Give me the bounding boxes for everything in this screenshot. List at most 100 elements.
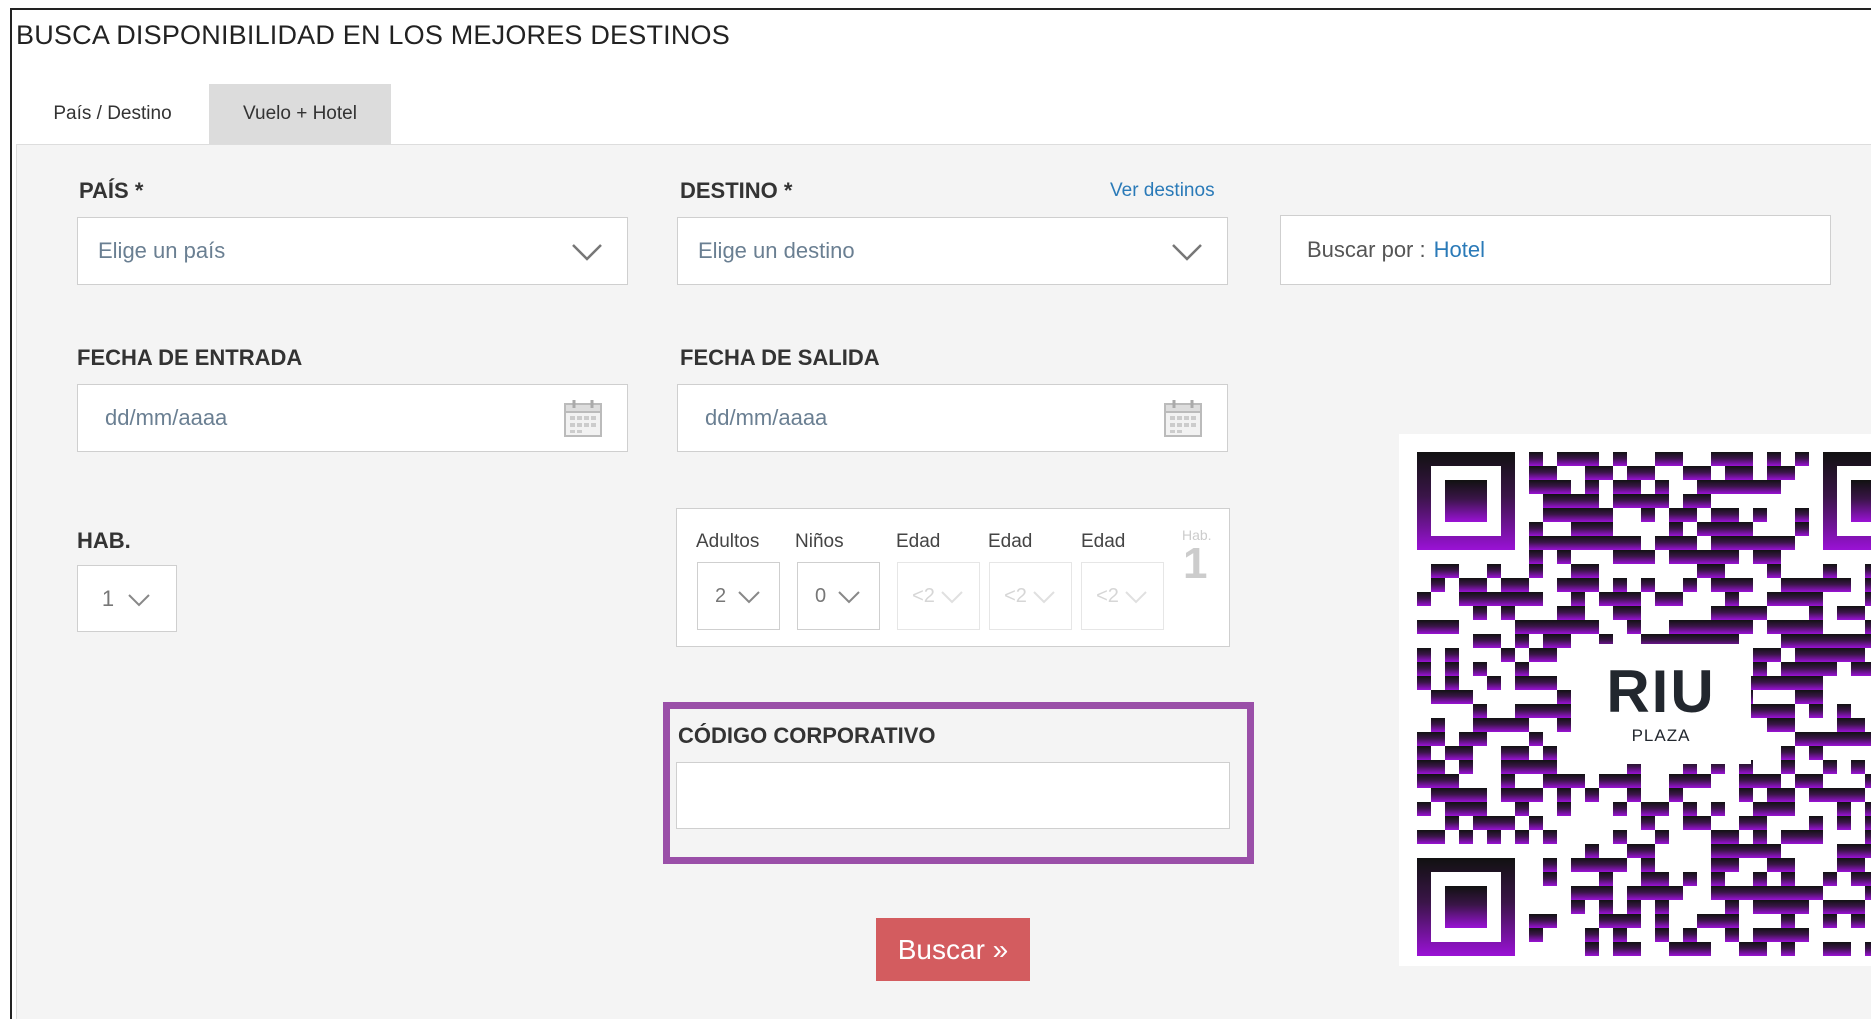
buscar-button[interactable]: Buscar » xyxy=(876,918,1030,981)
qr-module xyxy=(1613,928,1627,942)
qr-module xyxy=(1851,732,1865,746)
qr-module xyxy=(1711,620,1725,634)
qr-module xyxy=(1627,886,1641,900)
qr-module xyxy=(1753,550,1767,564)
qr-module xyxy=(1767,480,1781,494)
qr-module xyxy=(1431,578,1445,592)
qr-module xyxy=(1851,900,1865,914)
qr-module xyxy=(1529,564,1543,578)
qr-module xyxy=(1501,592,1515,606)
qr-module xyxy=(1683,620,1697,634)
qr-module xyxy=(1431,564,1445,578)
buscar-por-hotel-link[interactable]: Hotel xyxy=(1426,237,1485,263)
qr-module xyxy=(1809,732,1823,746)
qr-module xyxy=(1417,760,1431,774)
qr-module xyxy=(1515,676,1529,690)
qr-module xyxy=(1417,802,1431,816)
qr-module xyxy=(1753,844,1767,858)
destino-select[interactable]: Elige un destino xyxy=(677,217,1228,285)
qr-module xyxy=(1641,844,1655,858)
qr-module xyxy=(1515,662,1529,676)
qr-module xyxy=(1431,718,1445,732)
qr-module xyxy=(1697,466,1711,480)
chevron-down-icon xyxy=(1125,591,1147,604)
qr-module xyxy=(1809,830,1823,844)
riu-plaza-logo: RIU PLAZA xyxy=(1571,644,1751,764)
qr-module xyxy=(1711,564,1725,578)
adultos-select[interactable]: 2 xyxy=(697,562,780,630)
qr-module xyxy=(1445,886,1487,928)
qr-module xyxy=(1669,550,1683,564)
qr-module xyxy=(1697,522,1711,536)
qr-module xyxy=(1529,648,1543,662)
qr-module xyxy=(1725,914,1739,928)
hab-select[interactable]: 1 xyxy=(77,565,177,632)
tab-vuelo-hotel[interactable]: Vuelo + Hotel xyxy=(209,84,391,144)
qr-module xyxy=(1557,802,1571,816)
qr-module xyxy=(1697,914,1711,928)
qr-module xyxy=(1697,774,1711,788)
qr-module xyxy=(1753,704,1767,718)
qr-module xyxy=(1417,830,1431,844)
qr-module xyxy=(1781,858,1795,872)
qr-module xyxy=(1445,648,1459,662)
qr-module xyxy=(1851,760,1865,774)
corporate-code-input[interactable] xyxy=(676,762,1230,829)
qr-module xyxy=(1529,816,1543,830)
ver-destinos-link[interactable]: Ver destinos xyxy=(1110,180,1215,202)
edad-select-2[interactable]: <2 xyxy=(989,562,1072,630)
fecha-salida-input[interactable]: dd/mm/aaaa xyxy=(677,384,1228,452)
qr-module xyxy=(1655,914,1669,928)
qr-module xyxy=(1445,774,1459,788)
qr-module xyxy=(1823,648,1837,662)
qr-module xyxy=(1585,858,1599,872)
qr-module xyxy=(1865,732,1871,746)
qr-module xyxy=(1655,480,1669,494)
ninos-select[interactable]: 0 xyxy=(797,562,880,630)
qr-module xyxy=(1753,508,1767,522)
qr-module xyxy=(1571,886,1585,900)
qr-module xyxy=(1711,550,1725,564)
qr-module xyxy=(1515,634,1529,648)
qr-module xyxy=(1809,746,1823,760)
edad-value-1: <2 xyxy=(912,584,935,607)
qr-module xyxy=(1557,634,1571,648)
edad-select-3[interactable]: <2 xyxy=(1081,562,1164,630)
qr-module xyxy=(1837,578,1851,592)
qr-module xyxy=(1501,648,1515,662)
fecha-entrada-input[interactable]: dd/mm/aaaa xyxy=(77,384,628,452)
qr-module xyxy=(1865,774,1871,788)
qr-module xyxy=(1557,606,1571,620)
calendar-icon[interactable] xyxy=(1163,398,1203,438)
qr-module xyxy=(1459,592,1473,606)
qr-module xyxy=(1725,550,1739,564)
qr-module xyxy=(1823,634,1837,648)
qr-module xyxy=(1627,466,1641,480)
qr-module xyxy=(1641,816,1655,830)
qr-module xyxy=(1739,522,1753,536)
qr-module xyxy=(1795,900,1809,914)
qr-module xyxy=(1767,620,1781,634)
tab-pais-destino[interactable]: País / Destino xyxy=(16,84,209,144)
qr-module xyxy=(1641,466,1655,480)
qr-module xyxy=(1823,732,1837,746)
qr-module xyxy=(1851,914,1865,928)
qr-module xyxy=(1669,508,1683,522)
chevron-down-icon xyxy=(1172,244,1202,261)
qr-module xyxy=(1445,662,1459,676)
qr-module xyxy=(1445,788,1459,802)
calendar-icon[interactable] xyxy=(563,398,603,438)
edad-select-1[interactable]: <2 xyxy=(897,562,980,630)
hab-number: 1 xyxy=(1183,539,1208,588)
qr-module xyxy=(1739,788,1753,802)
qr-module xyxy=(1865,564,1871,578)
qr-module xyxy=(1557,578,1571,592)
qr-module xyxy=(1781,914,1795,928)
buscar-por-toggle[interactable]: Buscar por : Hotel xyxy=(1280,215,1831,285)
qr-module xyxy=(1529,788,1543,802)
qr-module xyxy=(1445,690,1459,704)
qr-module xyxy=(1711,508,1725,522)
pais-select[interactable]: Elige un país xyxy=(77,217,628,285)
qr-module xyxy=(1543,914,1557,928)
qr-module xyxy=(1739,886,1753,900)
